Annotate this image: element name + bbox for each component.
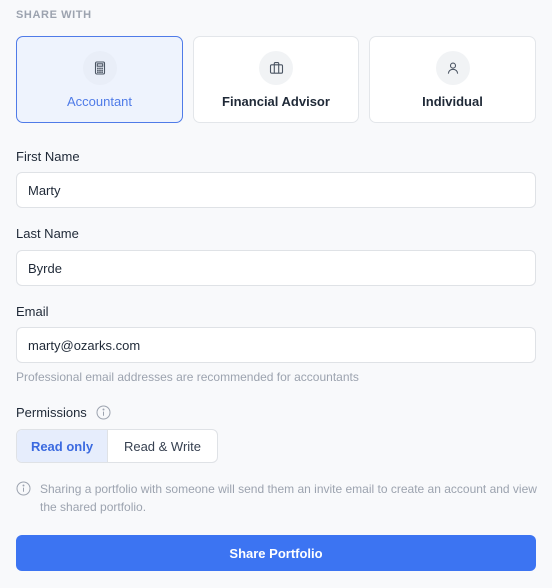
share-with-label: SHARE WITH xyxy=(16,9,92,21)
permissions-label: Permissions xyxy=(16,405,87,420)
email-hint: Professional email addresses are recomme… xyxy=(16,370,359,384)
last-name-input[interactable] xyxy=(16,250,536,286)
calculator-icon xyxy=(82,51,117,85)
recipient-option-financial-advisor[interactable]: Financial Advisor xyxy=(193,36,359,123)
first-name-label: First Name xyxy=(16,149,80,164)
first-name-input[interactable] xyxy=(16,172,536,208)
share-note: Sharing a portfolio with someone will se… xyxy=(16,480,538,516)
recipient-option-label: Financial Advisor xyxy=(222,94,330,109)
user-icon xyxy=(435,51,470,85)
recipient-option-accountant[interactable]: Accountant xyxy=(16,36,183,123)
recipient-type-selector: Accountant Financial Advisor Individual xyxy=(16,36,536,123)
recipient-option-label: Individual xyxy=(422,94,483,109)
info-icon[interactable] xyxy=(96,405,111,420)
last-name-label: Last Name xyxy=(16,226,79,241)
permissions-toggle: Read only Read & Write xyxy=(16,429,218,463)
info-icon xyxy=(16,481,31,516)
share-note-text: Sharing a portfolio with someone will se… xyxy=(40,482,537,514)
recipient-option-label: Accountant xyxy=(66,94,133,109)
briefcase-icon xyxy=(259,51,293,85)
email-input[interactable] xyxy=(16,327,536,363)
share-portfolio-button[interactable]: Share Portfolio xyxy=(16,535,536,571)
permissions-header: Permissions xyxy=(16,405,111,420)
permission-read-write[interactable]: Read & Write xyxy=(108,430,217,462)
recipient-option-individual[interactable]: Individual xyxy=(369,36,536,123)
permission-read-only[interactable]: Read only xyxy=(17,430,108,462)
email-label: Email xyxy=(16,304,49,319)
